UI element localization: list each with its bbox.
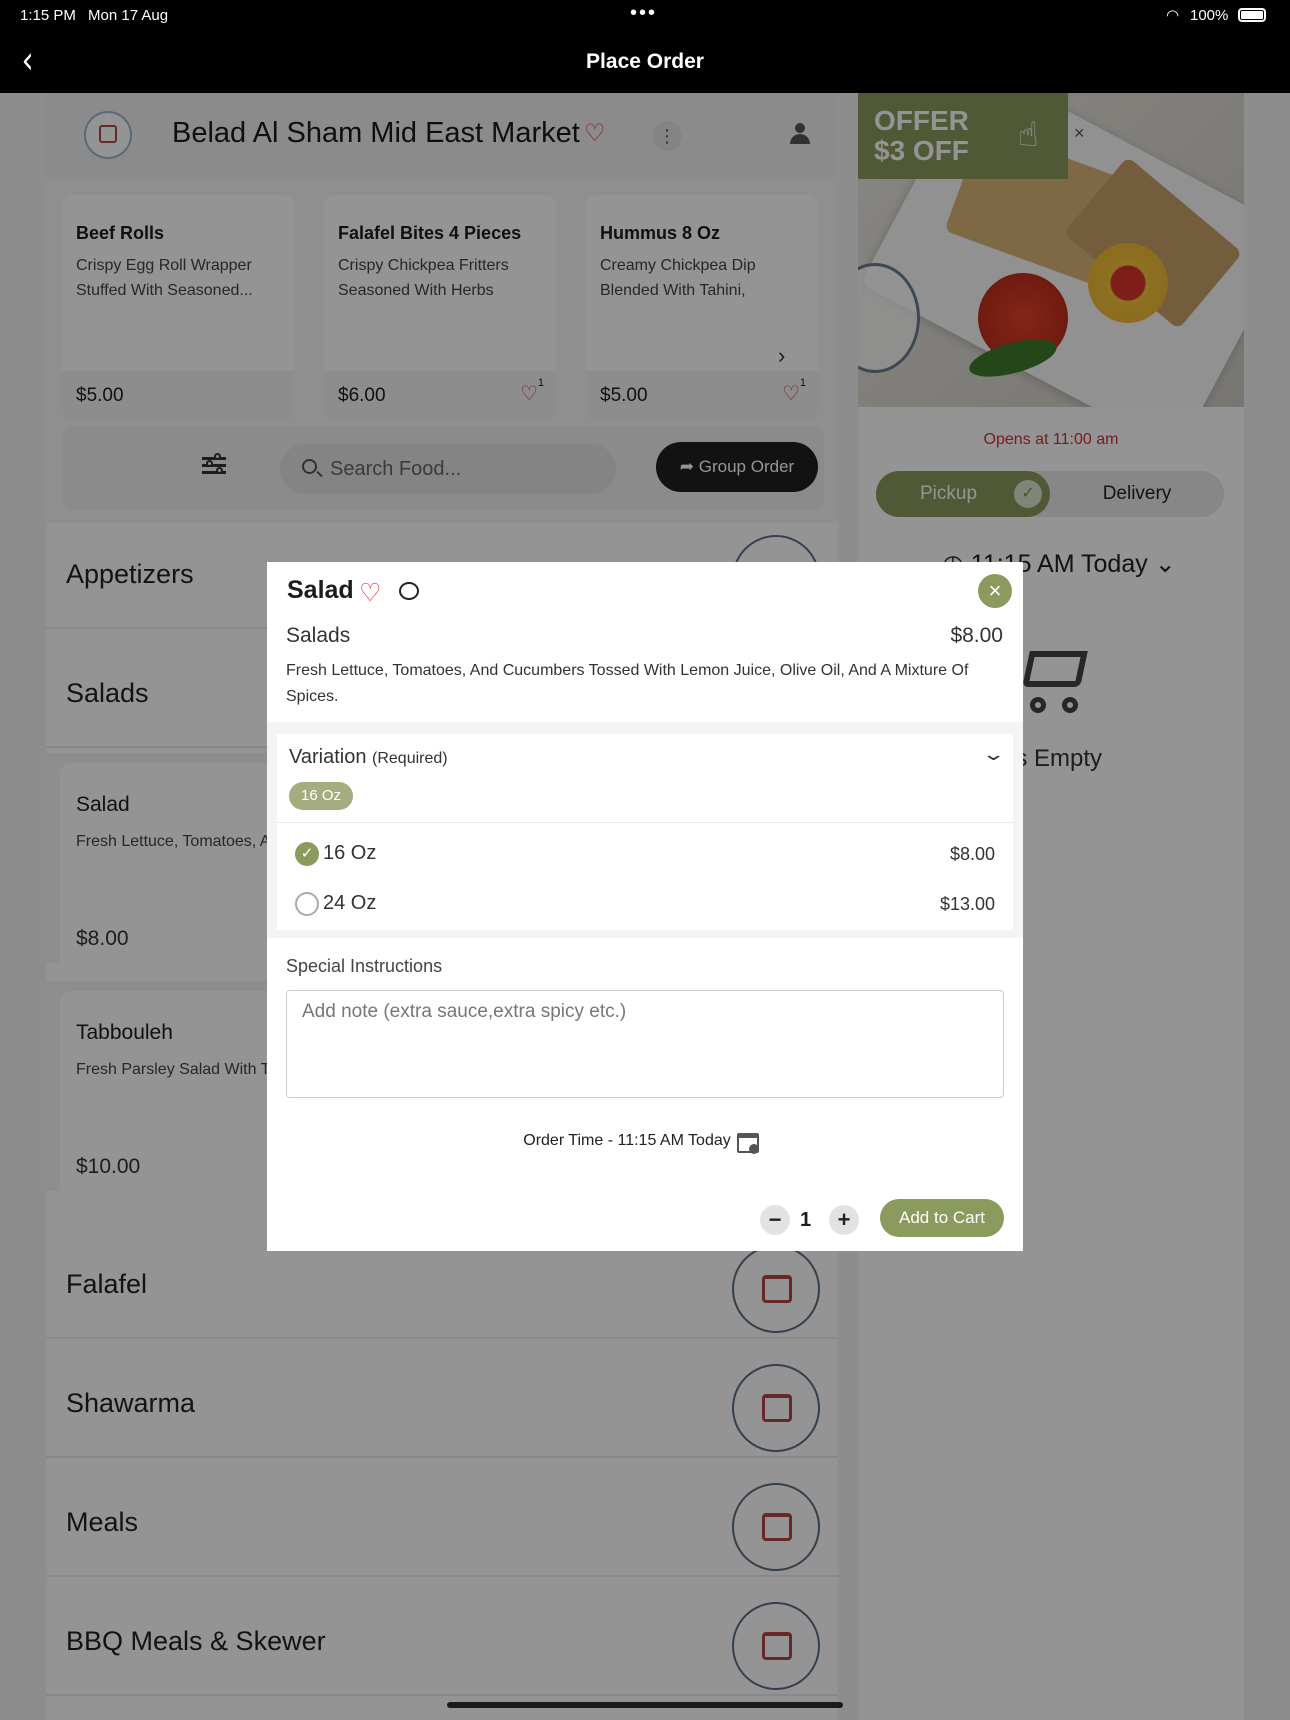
option-price: $13.00: [939, 894, 995, 914]
order-time: Order Time - 11:15 AM Today: [267, 1132, 1023, 1150]
page-title: Place Order: [586, 50, 704, 73]
variation-header[interactable]: Variation (Required): [289, 746, 448, 769]
nav-bar: ‹ Place Order: [0, 30, 1290, 93]
option-price: $8.00: [949, 844, 995, 864]
decrease-quantity-button[interactable]: −: [760, 1205, 790, 1235]
modal-category: Salads: [286, 624, 351, 647]
multitask-dots-icon[interactable]: •••: [630, 2, 657, 25]
variation-box: Variation (Required) ⌄ 16 Oz ✓ 16 Oz $8.…: [277, 734, 1013, 930]
status-time: 1:15 PM: [20, 7, 76, 24]
option-name: 16 Oz: [323, 842, 377, 864]
chevron-down-icon[interactable]: ⌄: [981, 744, 1005, 765]
variation-label: Variation: [289, 746, 367, 768]
variation-required: (Required): [372, 750, 448, 767]
modal-description: Fresh Lettuce, Tomatoes, And Cucumbers T…: [286, 662, 969, 705]
variation-section: Variation (Required) ⌄ 16 Oz ✓ 16 Oz $8.…: [267, 722, 1023, 938]
radio-checked-icon[interactable]: ✓: [295, 842, 319, 866]
item-detail-modal: Salad ♡ × Salads $8.00 Fresh Lettuce, To…: [267, 562, 1023, 1251]
special-instructions-field[interactable]: [286, 990, 1004, 1098]
favorite-heart-icon[interactable]: ♡: [359, 578, 381, 608]
special-instructions-label: Special Instructions: [286, 956, 443, 976]
option-name: 24 Oz: [323, 892, 377, 914]
wifi-icon: ◠: [1166, 7, 1180, 24]
battery-percent: 100%: [1190, 7, 1229, 24]
add-to-cart-button[interactable]: Add to Cart: [880, 1199, 1004, 1237]
close-icon[interactable]: ×: [978, 574, 1012, 608]
comment-icon[interactable]: [399, 582, 419, 600]
status-bar: 1:15 PM Mon 17 Aug ••• ◠ 100%: [0, 0, 1290, 30]
status-date: Mon 17 Aug: [88, 7, 169, 24]
divider: [277, 822, 1013, 823]
radio-unchecked-icon[interactable]: [295, 892, 319, 916]
home-indicator[interactable]: [447, 1702, 843, 1708]
quantity-value: 1: [800, 1209, 812, 1231]
modal-price: $8.00: [950, 624, 1003, 647]
order-time-text: Order Time - 11:15 AM Today: [523, 1132, 731, 1149]
variation-option[interactable]: 24 Oz $13.00: [295, 888, 995, 922]
variation-option[interactable]: ✓ 16 Oz $8.00: [295, 838, 995, 872]
selected-variation-chip: 16 Oz: [289, 782, 354, 810]
calendar-icon[interactable]: [737, 1133, 759, 1154]
battery-icon: [1238, 8, 1266, 22]
increase-quantity-button[interactable]: +: [829, 1205, 859, 1235]
modal-title: Salad: [287, 576, 354, 604]
